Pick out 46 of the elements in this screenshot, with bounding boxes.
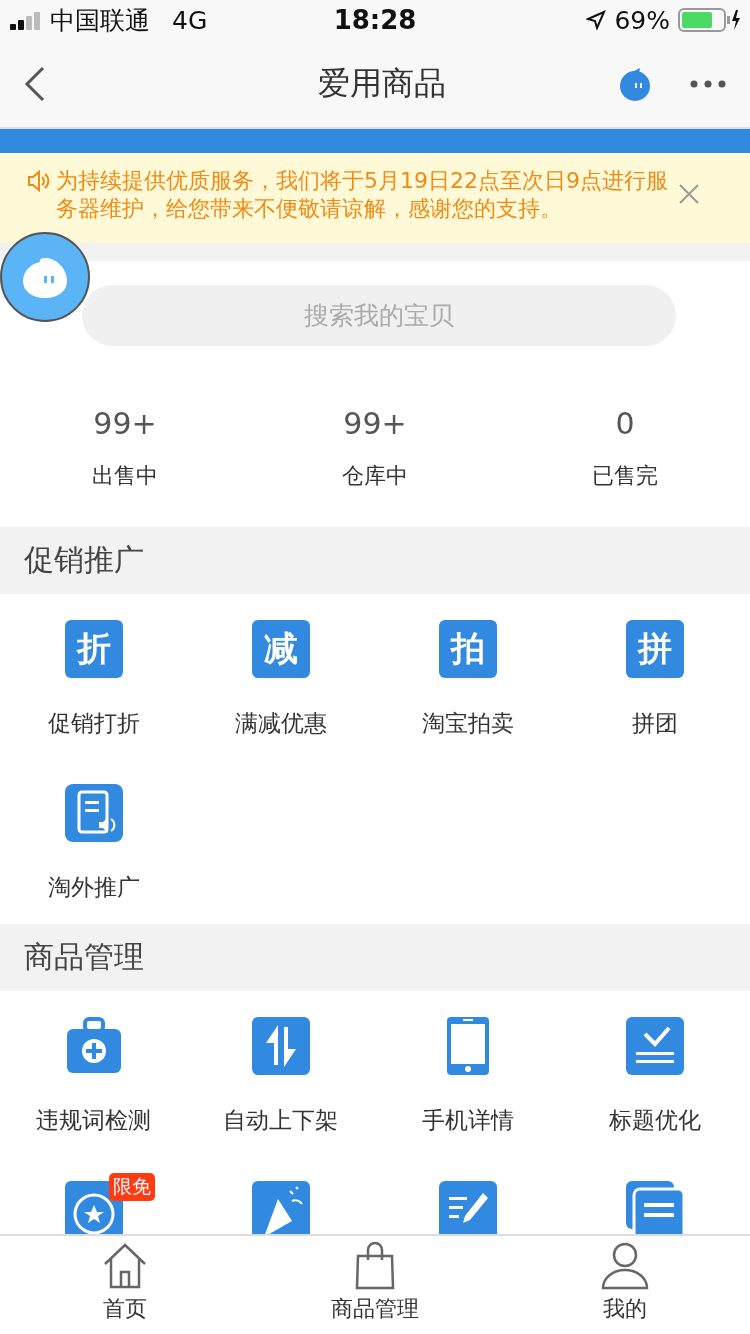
feature-label[interactable]: 自动上下架 (223, 1105, 338, 1136)
shopping-bag-icon (354, 1242, 396, 1290)
feature-label[interactable]: 淘宝拍卖 (421, 708, 514, 739)
feature-label[interactable]: 满减优惠 (234, 708, 327, 739)
checklist-icon[interactable] (625, 1017, 684, 1075)
section-title: 商品管理 (24, 938, 144, 976)
stat-count[interactable]: 0 (615, 406, 635, 441)
search-field[interactable]: 搜索我的宝贝 (82, 285, 676, 346)
stat-label[interactable]: 已售完 (592, 461, 658, 491)
edit-list-icon[interactable] (438, 1181, 497, 1234)
category-tile[interactable]: 拍 (438, 620, 497, 678)
location-arrow-icon (586, 10, 607, 30)
stat-label[interactable]: 仓库中 (342, 461, 408, 491)
stat-label[interactable]: 出售中 (92, 461, 158, 491)
cards-icon[interactable] (625, 1181, 684, 1234)
category-tile[interactable]: 拼 (625, 620, 684, 678)
speaker-icon (26, 169, 50, 193)
feature-label[interactable]: 淘外推广 (47, 872, 140, 903)
phone-icon[interactable] (446, 1017, 489, 1075)
feature-label[interactable]: 促销打折 (47, 708, 140, 739)
network-type: 4G (172, 5, 208, 35)
document-speaker-icon[interactable] (64, 784, 123, 842)
tab-item[interactable]: 我的 (500, 1236, 750, 1334)
stat-count[interactable]: 99+ (343, 406, 407, 441)
maintenance-notice: 为持续提供优质服务，我们将于5月19日22点至次日9点进行服务器维护，给您带来不便敬请谅解，感谢您的支持。 (56, 167, 668, 223)
category-tile[interactable]: 减 (251, 620, 310, 678)
person-icon (600, 1242, 650, 1290)
party-popper-icon[interactable] (251, 1181, 310, 1234)
clock-time: 18:28 (333, 5, 417, 35)
feature-label[interactable]: 违规词检测 (36, 1105, 151, 1136)
free-badge: 限免 (108, 1173, 155, 1201)
tab-item[interactable]: 商品管理 (250, 1236, 500, 1334)
feature-label[interactable]: 标题优化 (608, 1105, 701, 1136)
category-tile[interactable]: 折 (64, 620, 123, 678)
carrier-name: 中国联通 (50, 4, 150, 37)
signal-icon (10, 10, 42, 30)
medical-kit-icon[interactable] (64, 1017, 123, 1075)
battery-percent: 69% (614, 5, 670, 35)
up-down-arrows-icon[interactable] (251, 1017, 310, 1075)
tab-item[interactable]: 首页 (0, 1236, 250, 1334)
section-title: 促销推广 (24, 541, 144, 579)
page-title: 爱用商品 (317, 62, 447, 104)
feature-label[interactable]: 拼团 (631, 708, 678, 739)
stat-count[interactable]: 99+ (93, 406, 157, 441)
feature-label[interactable]: 手机详情 (421, 1105, 514, 1136)
battery-icon (678, 8, 740, 32)
